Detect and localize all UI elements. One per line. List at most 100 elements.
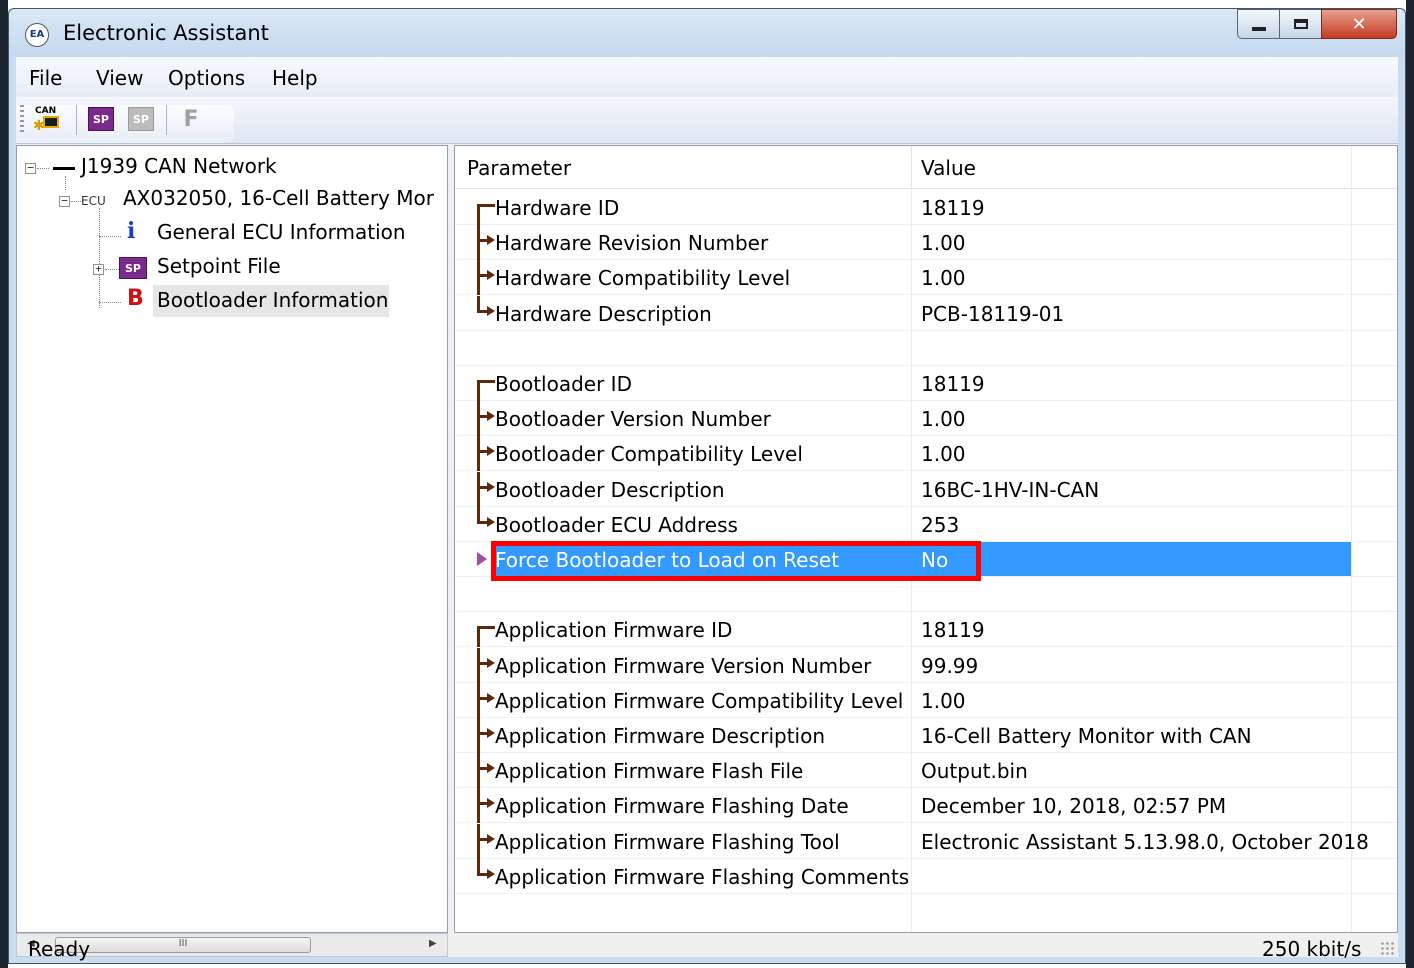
connector-line	[477, 401, 480, 437]
value-cell[interactable]: 1.00	[921, 231, 966, 255]
tree-connector-icon	[477, 260, 497, 296]
column-header-value[interactable]: Value	[921, 156, 976, 180]
menu-options[interactable]: Options	[168, 66, 245, 90]
table-row[interactable]: Application Firmware ID 18119	[455, 612, 1397, 648]
maximize-button[interactable]	[1279, 9, 1321, 39]
tree-connector-icon	[477, 366, 497, 401]
tree-node-ecu[interactable]: AX032050, 16-Cell Battery Mor	[123, 186, 434, 210]
scrollbar-thumb[interactable]: III	[55, 937, 311, 953]
table-row[interactable]: Application Firmware Compatibility Level…	[455, 682, 1397, 718]
value-cell[interactable]: 16BC-1HV-IN-CAN	[921, 478, 1099, 502]
save-setpoint-button[interactable]: SP	[126, 104, 156, 134]
parameter-grid[interactable]: Parameter Value Hardware ID 18119 Hardware…	[454, 145, 1398, 933]
app-icon: EA	[25, 23, 49, 47]
value-cell[interactable]: 18119	[921, 196, 985, 220]
column-divider[interactable]	[911, 146, 912, 188]
flash-icon: F	[183, 106, 199, 132]
value-cell[interactable]: Output.bin	[921, 759, 1028, 783]
value-cell[interactable]: 1.00	[921, 442, 966, 466]
tree-item-setpoint-file[interactable]: Setpoint File	[157, 254, 281, 278]
toolbar-grip-icon[interactable]	[20, 105, 24, 135]
baud-rate-status: 250 kbit/s	[1262, 937, 1362, 961]
value-cell[interactable]: Electronic Assistant 5.13.98.0, October …	[921, 830, 1369, 854]
menu-file[interactable]: File	[29, 66, 62, 90]
table-row[interactable]: Hardware Description PCB-18119-01	[455, 295, 1397, 331]
open-setpoint-button[interactable]: SP	[86, 104, 116, 134]
parameter-cell: Hardware ID	[495, 196, 620, 220]
close-icon: ✕	[1351, 13, 1367, 35]
table-row[interactable]: Application Firmware Flashing Date Decemb…	[455, 788, 1397, 824]
value-cell[interactable]: 1.00	[921, 266, 966, 290]
network-icon	[53, 167, 75, 170]
title-bar[interactable]: EA Electronic Assistant ✕	[9, 9, 1405, 57]
parameter-cell: Bootloader ECU Address	[495, 512, 738, 537]
resize-grip-icon[interactable]	[1380, 941, 1394, 955]
table-row[interactable]: Hardware ID 18119	[455, 190, 1397, 225]
tree-connector-icon	[477, 753, 497, 789]
parameter-cell: Hardware Description	[495, 301, 712, 326]
value-cell[interactable]: 16-Cell Battery Monitor with CAN	[921, 724, 1252, 748]
connector-arrow-icon	[487, 798, 495, 809]
tree-connector-icon	[477, 718, 497, 753]
collapse-ecu-icon[interactable]: −	[59, 195, 70, 207]
table-row[interactable]: Bootloader ECU Address 253	[455, 506, 1397, 542]
tree-connector-icon	[477, 401, 497, 437]
connect-can-button[interactable]: CAN ✱	[32, 104, 62, 134]
toolbar-separator	[76, 105, 77, 135]
connector-line	[477, 204, 480, 225]
column-header-parameter[interactable]: Parameter	[467, 156, 571, 180]
parameter-cell: Bootloader ID	[495, 372, 632, 396]
menu-view[interactable]: View	[96, 66, 143, 90]
value-cell[interactable]: 99.99	[921, 654, 978, 678]
toolbar: CAN ✱ SP SP F	[16, 97, 1398, 144]
value-cell[interactable]: 1.00	[921, 407, 966, 431]
connector-arrow-icon	[487, 763, 495, 774]
value-cell[interactable]: 18119	[921, 372, 985, 396]
tree-connector-icon	[477, 788, 497, 824]
grid-header: Parameter Value	[455, 146, 1397, 189]
value-cell[interactable]: 1.00	[921, 689, 966, 713]
highlight-annotation-box	[491, 541, 981, 581]
parameter-cell: Hardware Compatibility Level	[495, 266, 791, 291]
tree-item-bootloader-info[interactable]: Bootloader Information	[157, 288, 388, 312]
maximize-icon	[1293, 19, 1308, 29]
parameter-cell: Application Firmware Flashing Comments	[495, 864, 910, 889]
tree-item-general-ecu-info[interactable]: General ECU Information	[157, 220, 406, 244]
table-row[interactable]: Force Bootloader to Load on Reset No	[455, 541, 1397, 581]
connector-line	[477, 647, 480, 683]
table-row[interactable]: Application Firmware Flashing Comments	[455, 858, 1397, 894]
table-row[interactable]: Bootloader ID 18119	[455, 366, 1397, 401]
value-cell[interactable]: 18119	[921, 618, 985, 642]
flash-button[interactable]: F	[176, 104, 206, 134]
value-cell[interactable]: December 10, 2018, 02:57 PM	[921, 794, 1226, 818]
connector-line	[477, 225, 480, 261]
status-text: Ready	[28, 937, 91, 961]
table-row[interactable]: Application Firmware Flashing Tool Electr…	[455, 823, 1397, 859]
collapse-network-icon[interactable]: −	[25, 162, 36, 174]
ecu-tree-view[interactable]: − J1939 CAN Network − ECU AX032050, 16-C…	[16, 145, 448, 933]
minimize-button[interactable]	[1237, 9, 1279, 39]
value-cell[interactable]: 253	[921, 513, 959, 537]
scroll-right-icon[interactable]: ▶	[429, 938, 437, 949]
table-row[interactable]: Application Firmware Flash File Output.bi…	[455, 753, 1397, 789]
connector-arrow-icon	[487, 235, 495, 246]
table-row[interactable]: Application Firmware Description 16-Cell …	[455, 718, 1397, 753]
can-network-icon: CAN ✱	[33, 106, 61, 134]
table-row[interactable]: Bootloader Version Number 1.00	[455, 401, 1397, 437]
connector-arrow-icon	[487, 516, 495, 527]
table-row[interactable]: Bootloader Description 16BC-1HV-IN-CAN	[455, 471, 1397, 507]
table-row[interactable]: Application Firmware Version Number 99.99	[455, 647, 1397, 683]
expand-setpoint-icon[interactable]: +	[93, 263, 104, 275]
close-button[interactable]: ✕	[1321, 9, 1397, 39]
table-row[interactable]: Bootloader Compatibility Level 1.00	[455, 436, 1397, 472]
tree-node-network[interactable]: J1939 CAN Network	[81, 154, 277, 178]
connector-arrow-icon	[487, 692, 495, 703]
table-row[interactable]: Hardware Revision Number 1.00	[455, 225, 1397, 261]
table-row[interactable]: Hardware Compatibility Level 1.00	[455, 260, 1397, 296]
tree-connector-icon	[477, 682, 497, 718]
connector-line	[477, 380, 495, 383]
tree-connector-icon	[477, 823, 497, 859]
value-cell[interactable]: PCB-18119-01	[921, 302, 1064, 326]
menu-help[interactable]: Help	[272, 66, 318, 90]
open-setpoint-icon: SP	[88, 107, 114, 131]
